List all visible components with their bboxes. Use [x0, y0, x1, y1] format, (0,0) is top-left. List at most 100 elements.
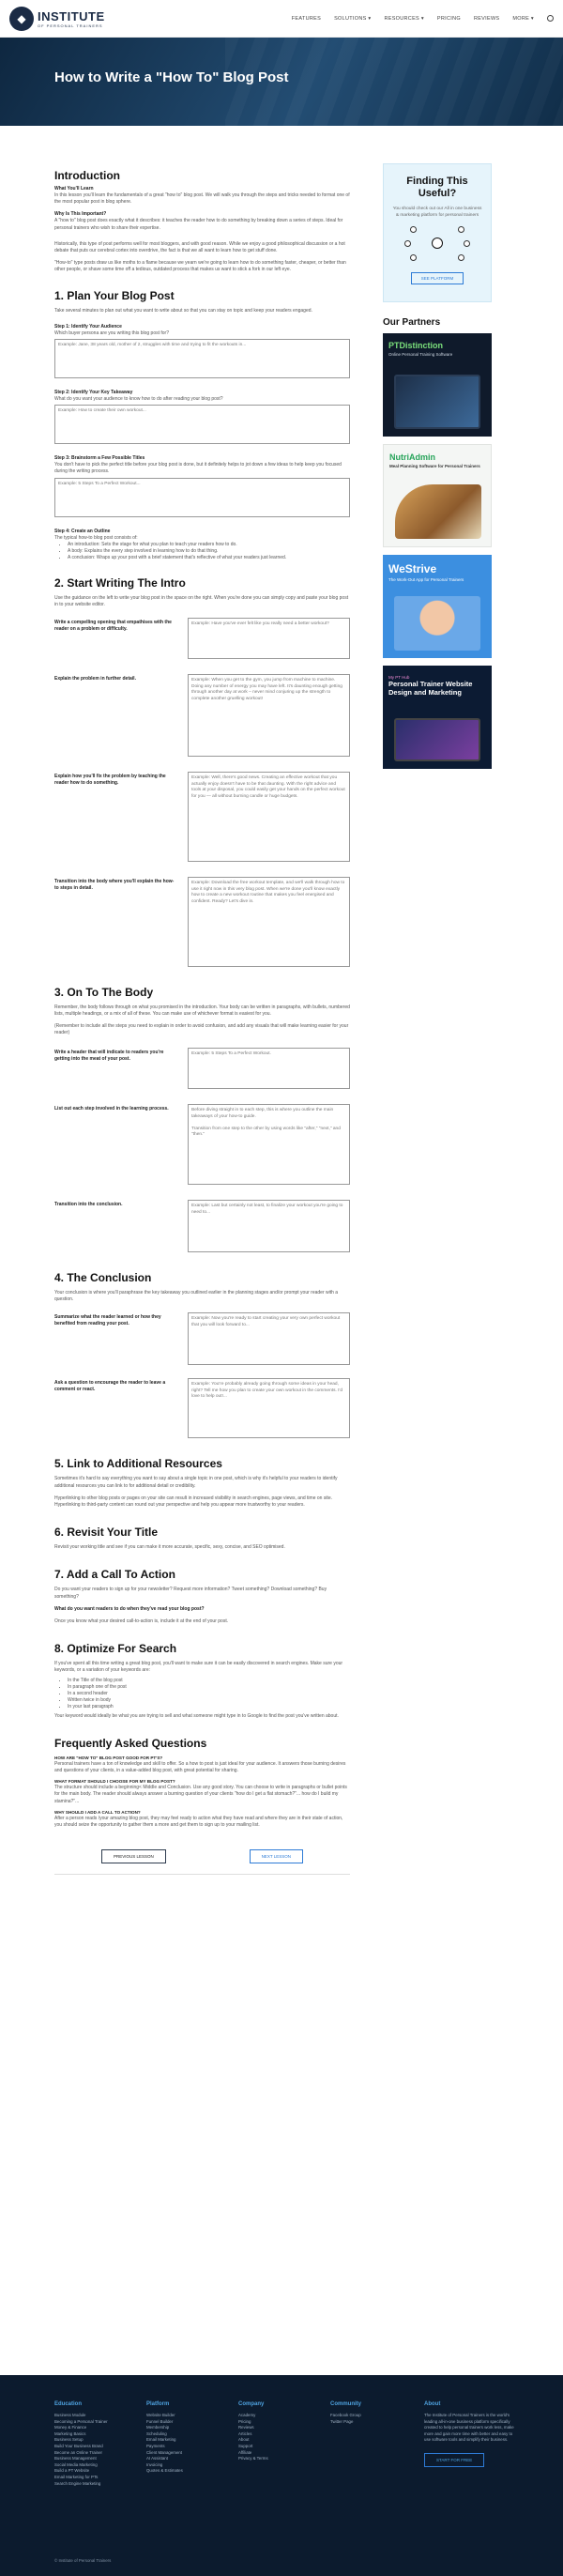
footer-link[interactable]: Articles	[238, 2431, 325, 2438]
copyright: © Institute of Personal Trainers	[54, 2558, 112, 2563]
footer-link[interactable]: Search Engine Marketing	[54, 2481, 141, 2488]
previous-lesson-button[interactable]: PREVIOUS LESSON	[101, 1849, 166, 1864]
row-textarea[interactable]: Example: Well, there's good news. Creati…	[188, 772, 350, 863]
footer-link[interactable]: Email Marketing	[146, 2437, 233, 2444]
intro-heading: Introduction	[54, 169, 120, 182]
footer-about-text: The Institute of Personal Trainers is th…	[424, 2413, 514, 2443]
row-textarea[interactable]: Example: You're probably already going t…	[188, 1378, 350, 1439]
row-label: Explain the problem in further detail.	[54, 676, 136, 682]
section-8-text: If you've spent all this time writing a …	[54, 1661, 343, 1674]
footer-link[interactable]: Business Management	[54, 2456, 141, 2462]
shield-logo-icon: ◆	[9, 6, 34, 31]
row-textarea[interactable]: Example: 5 Steps To a Perfect Workout.	[188, 1048, 350, 1090]
search-icon[interactable]	[547, 15, 554, 22]
row-label: Transition into the body where you'll ex…	[54, 879, 175, 892]
body-row: Write a header that will indicate to rea…	[54, 1048, 350, 1090]
footer-link[interactable]: Marketing Basics	[54, 2431, 141, 2438]
footer-link[interactable]: Reviews	[238, 2425, 325, 2431]
footer-about: About The Institute of Personal Trainers…	[424, 2401, 518, 2467]
footer-link[interactable]: Client Management	[146, 2450, 233, 2457]
step-1-text: Which buyer persona are you writing this…	[54, 330, 170, 336]
nav-features[interactable]: FEATURES	[292, 16, 321, 22]
footer-link[interactable]: Become an Online Trainer	[54, 2450, 141, 2457]
row-textarea[interactable]: Example: Download the free workout templ…	[188, 877, 350, 968]
row-textarea[interactable]: Example: When you get to the gym, you ju…	[188, 674, 350, 758]
footer-link[interactable]: Website Builder	[146, 2413, 233, 2419]
section-8-text-2: Your keyword would ideally be what you a…	[54, 1712, 339, 1719]
footer-col-community: Community Facebook Group Twitter Page	[330, 2401, 417, 2425]
section-8-heading: 8. Optimize For Search	[54, 1642, 177, 1656]
step-4-title: Step 4: Create an Outline	[54, 528, 111, 534]
titles-textarea[interactable]: Example: 5 Steps To a Perfect Workout...	[54, 477, 350, 517]
section-1-text: Take several minutes to plan out what yo…	[54, 307, 312, 314]
row-textarea[interactable]: Before diving straight in to each step, …	[188, 1104, 350, 1186]
ad-title: PTDistinction	[388, 341, 443, 350]
footer-heading: Community	[330, 2401, 361, 2407]
seo-list: In the Title of the blog post In paragra…	[54, 1678, 350, 1710]
intro-row: Explain the problem in further detail. E…	[54, 674, 350, 758]
nav-resources[interactable]: RESOURCES ▾	[384, 16, 423, 22]
partner-ad-westrive[interactable]: WeStrive The Work-Out App for Personal T…	[383, 555, 492, 658]
audience-textarea[interactable]: Example: Jane, 38 years old, mother of 2…	[54, 339, 350, 379]
footer-link[interactable]: Facebook Group	[330, 2413, 417, 2419]
why-text: A "how to" blog post does exactly what i…	[54, 218, 343, 231]
sidebar: Finding This Useful? You should check ou…	[383, 163, 492, 776]
footer-link[interactable]: AI Assistant	[146, 2456, 233, 2462]
section-4-heading: 4. The Conclusion	[54, 1271, 152, 1285]
nav-pricing[interactable]: PRICING	[437, 16, 461, 22]
intro-paragraph-2: "How-to" type posts draw us like moths t…	[54, 260, 346, 273]
row-textarea[interactable]: Example: Last but certainly not least, t…	[188, 1200, 350, 1253]
footer-link[interactable]: Support	[238, 2444, 325, 2450]
footer-link[interactable]: Scheduling	[146, 2431, 233, 2438]
site-header: ◆ INSTITUTE OF PERSONAL TRAINERS FEATURE…	[0, 0, 563, 38]
footer-link[interactable]: Money & Finance	[54, 2425, 141, 2431]
footer-link[interactable]: Business Module	[54, 2413, 141, 2419]
next-lesson-button[interactable]: NEXT LESSON	[249, 1849, 303, 1864]
logo-tagline: OF PERSONAL TRAINERS	[38, 23, 103, 28]
footer-link[interactable]: Membership	[146, 2425, 233, 2431]
takeaway-textarea[interactable]: Example: How to create their own workout…	[54, 405, 350, 445]
footer-link[interactable]: Academy	[238, 2413, 325, 2419]
row-textarea[interactable]: Example: Have you've ever felt like you …	[188, 618, 350, 660]
footer-link[interactable]: Privacy & Terms	[238, 2456, 325, 2462]
footer-link[interactable]: Business Setup	[54, 2437, 141, 2444]
footer-link[interactable]: Becoming a Personal Trainer	[54, 2419, 141, 2426]
footer-heading: Education	[54, 2401, 83, 2407]
footer-link[interactable]: Affiliate	[238, 2450, 325, 2457]
hero-banner: How to Write a "How To" Blog Post	[0, 38, 563, 126]
row-textarea[interactable]: Example: Now you're ready to start creat…	[188, 1312, 350, 1366]
footer-col-education: Education Business Module Becoming a Per…	[54, 2401, 141, 2487]
footer-link[interactable]: Build Your Business Brand	[54, 2444, 141, 2450]
footer-link[interactable]: Email Marketing for PTs	[54, 2475, 141, 2481]
intro-row: Explain how you'll fix the problem by te…	[54, 772, 350, 863]
footer-link[interactable]: Funnel Builder	[146, 2419, 233, 2426]
footer-link[interactable]: Invoicing	[146, 2462, 233, 2469]
footer-link[interactable]: Social Media Marketing	[54, 2462, 141, 2469]
footer-link[interactable]: Quotes & Estimates	[146, 2468, 233, 2475]
nav-reviews[interactable]: REVIEWS	[474, 16, 499, 22]
footer-link[interactable]: Payments	[146, 2444, 233, 2450]
partner-ad-ptdistinction[interactable]: PTDistinction Online Personal Training S…	[383, 333, 492, 437]
section-4-text: Your conclusion is where you'll paraphra…	[54, 1290, 339, 1303]
list-item: Written twice in body	[68, 1697, 350, 1704]
partner-ad-nutriadmin[interactable]: NutriAdmin Meal Planning Software for Pe…	[383, 444, 492, 547]
nav-solutions[interactable]: SOLUTIONS ▾	[334, 16, 371, 22]
partner-ad-mypthub[interactable]: My PT Hub Personal Trainer Website Desig…	[383, 666, 492, 769]
footer-link[interactable]: Pricing	[238, 2419, 325, 2426]
nav-more[interactable]: MORE ▾	[512, 16, 534, 22]
start-free-button[interactable]: START FOR FREE	[424, 2452, 485, 2467]
main-content: Introduction What You'll Learn In this l…	[54, 169, 350, 1876]
row-label: Summarize what the reader learned or how…	[54, 1314, 161, 1327]
section-7-text: Do you want your readers to sign up for …	[54, 1587, 327, 1600]
section-3-text-2: (Remember to include all the steps you n…	[54, 1022, 349, 1035]
list-item: In paragraph one of the post	[68, 1684, 350, 1691]
section-7-text-2: Once you know what your desired call-to-…	[54, 1618, 229, 1624]
list-item: In your last paragraph	[68, 1704, 350, 1710]
logo[interactable]: ◆ INSTITUTE OF PERSONAL TRAINERS	[9, 6, 105, 31]
footer-link[interactable]: Twitter Page	[330, 2419, 417, 2426]
footer-link[interactable]: About	[238, 2437, 325, 2444]
see-platform-button[interactable]: SEE PLATFORM	[410, 272, 464, 284]
footer-link[interactable]: Build a PT Website	[54, 2468, 141, 2475]
step-4-text: The typical how-to blog post consists of…	[54, 534, 138, 541]
faq-answer: Personal trainers have a ton of knowledg…	[54, 1760, 346, 1773]
